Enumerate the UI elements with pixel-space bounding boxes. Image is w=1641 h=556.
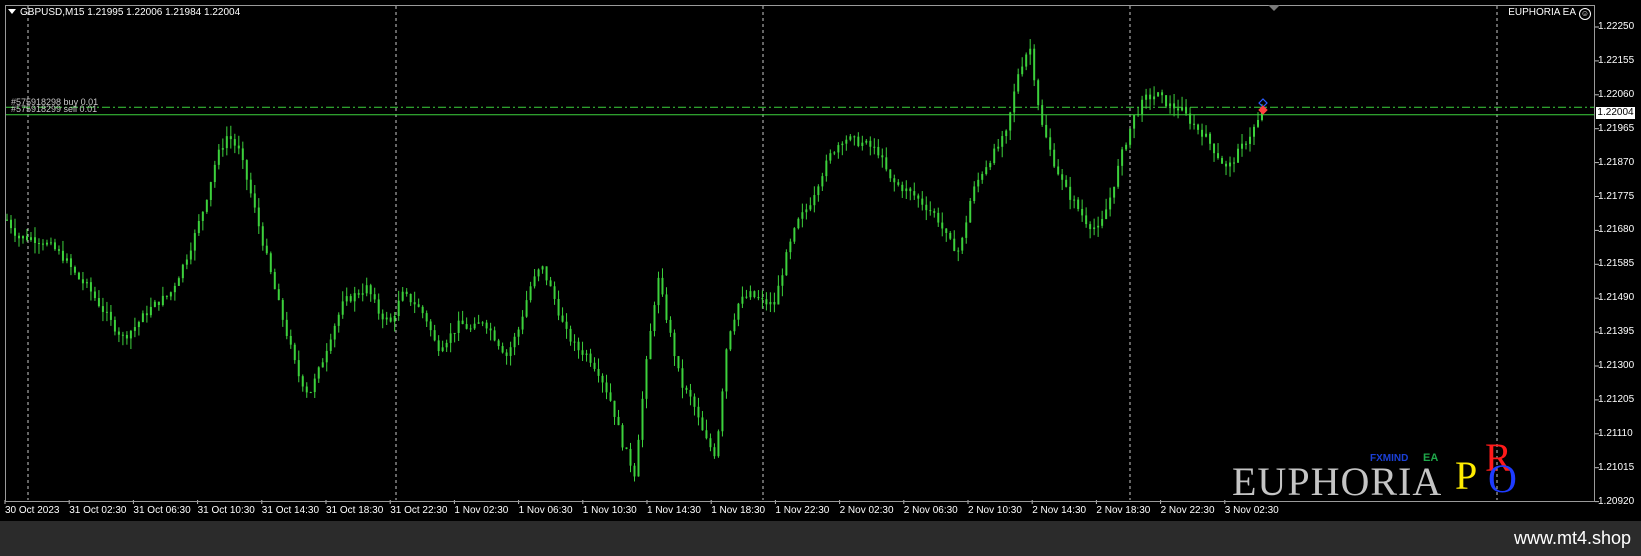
chart-window[interactable]: GBPUSD,M15 1.21995 1.22006 1.21984 1.220… [0, 0, 1641, 521]
time-tick-label: 2 Nov 22:30 [1160, 505, 1215, 516]
price-tick-label: 1.20920 [1598, 495, 1635, 507]
time-tick-label: 2 Nov 02:30 [839, 505, 894, 516]
price-tick-label: 1.21205 [1598, 393, 1635, 405]
time-tick-label: 1 Nov 18:30 [711, 505, 766, 516]
price-tick-label: 1.21300 [1598, 360, 1635, 371]
footer-bar: www.mt4.shop [0, 521, 1641, 556]
chevron-down-icon[interactable] [8, 9, 16, 14]
time-tick-label: 1 Nov 22:30 [775, 505, 830, 516]
expert-advisor-label[interactable]: EUPHORIA EA ☺ [1508, 7, 1591, 20]
watermark-text: www.mt4.shop [1513, 528, 1631, 548]
time-tick-label: 31 Oct 06:30 [133, 505, 191, 516]
time-tick-label: 1 Nov 06:30 [518, 505, 573, 516]
time-tick-label: 31 Oct 10:30 [197, 505, 255, 516]
time-tick-label: 3 Nov 02:30 [1224, 505, 1279, 516]
symbol-label: GBPUSD,M15 1.21995 1.22006 1.21984 1.220… [20, 7, 241, 18]
logo-fxmind: FXMIND [1370, 453, 1409, 464]
price-tick-label: 1.21775 [1598, 190, 1635, 202]
price-tick-label: 1.21585 [1598, 258, 1635, 270]
time-tick-label: 1 Nov 14:30 [647, 505, 701, 516]
price-tick-label: 1.22060 [1598, 88, 1635, 100]
logo-pro-p: P [1455, 453, 1478, 498]
time-tick-label: 31 Oct 02:30 [69, 505, 127, 516]
time-tick-label: 30 Oct 2023 [5, 505, 60, 516]
expert-name: EUPHORIA EA [1508, 7, 1576, 18]
chart-shift-marker[interactable] [1268, 5, 1280, 11]
logo-pro-o: O [1488, 456, 1517, 501]
price-tick-label: 1.21110 [1598, 427, 1633, 439]
time-tick-label: 31 Oct 18:30 [326, 505, 384, 516]
symbol-info[interactable]: GBPUSD,M15 1.21995 1.22006 1.21984 1.220… [8, 7, 240, 18]
price-tick-label: 1.21490 [1598, 292, 1635, 304]
price-tick-label: 1.21395 [1598, 326, 1635, 338]
price-tick-label: 1.21965 [1598, 122, 1635, 134]
order-label-sell[interactable]: #575918299 sell 0.01 [11, 104, 97, 114]
time-tick-label: 2 Nov 10:30 [968, 505, 1022, 516]
current-price-label: 1.22004 [1596, 107, 1635, 119]
plot-area-border [5, 5, 1595, 502]
time-tick-label: 31 Oct 14:30 [261, 505, 320, 516]
time-tick-label: 2 Nov 18:30 [1096, 505, 1151, 516]
smiley-icon: ☺ [1579, 8, 1591, 20]
logo-euphoria: EUPHORIA [1232, 459, 1443, 504]
time-tick-label: 2 Nov 06:30 [903, 505, 958, 516]
price-tick-label: 1.22250 [1598, 21, 1635, 32]
price-tick-label: 1.21870 [1598, 156, 1635, 168]
price-tick-label: 1.21015 [1598, 461, 1635, 473]
price-tick-label: 1.21680 [1598, 224, 1635, 236]
price-tick-label: 1.22155 [1598, 54, 1635, 66]
time-tick-label: 1 Nov 02:30 [454, 505, 509, 516]
time-tick-label: 2 Nov 14:30 [1032, 505, 1087, 516]
time-tick-label: 1 Nov 10:30 [582, 505, 637, 516]
time-tick-label: 31 Oct 22:30 [390, 505, 448, 516]
logo-ea: EA [1423, 452, 1439, 464]
